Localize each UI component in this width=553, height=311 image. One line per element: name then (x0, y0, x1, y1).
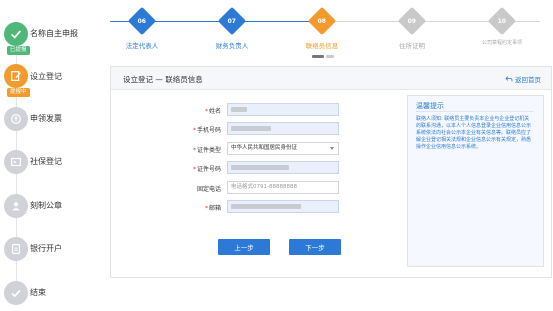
sidebar-step-label: 申领发票 (30, 114, 62, 123)
sidebar-step-label: 社保登记 (30, 157, 62, 166)
stepper-line (240, 21, 312, 22)
sidebar-step-bank[interactable]: 银行开户 (4, 237, 98, 267)
return-icon (505, 76, 513, 82)
current-step-indicator (312, 55, 324, 58)
id-type-label: *证件类型 (192, 147, 221, 154)
panel-header: 设立登记 — 联络员信息 返回首页 (111, 67, 551, 90)
sidebar-step-label: 银行开户 (30, 244, 62, 253)
social-insurance-icon (4, 150, 28, 174)
landline-field[interactable]: 电话格式0791-88888888 (227, 181, 339, 194)
invoice-icon (4, 107, 28, 131)
step-label-address[interactable]: 住所证明 (382, 40, 442, 50)
sidebar-step-name-declaration[interactable]: 名称自主申报 已提报 (4, 22, 98, 55)
step-label-articles[interactable]: 公司章程约定事项 (482, 40, 522, 47)
current-step-indicator (326, 55, 334, 58)
form-row-landline: 固定电话 电话格式0791-88888888 (111, 181, 411, 195)
sidebar-step-social-insurance[interactable]: 社保登记 (4, 150, 98, 180)
form-row-phone: *手机号码 (111, 122, 411, 136)
check-icon (4, 22, 28, 46)
id-type-select[interactable]: 中华人民共和国居民身份证 (227, 142, 339, 155)
finish-check-icon (4, 281, 28, 305)
sidebar-step-label: 结束 (30, 288, 46, 297)
sidebar-step-establishment[interactable]: 设立登记 提报中 (4, 64, 98, 97)
email-label: *邮箱 (204, 205, 221, 212)
bank-icon (4, 237, 28, 261)
step-08-marker[interactable]: 08 (307, 6, 337, 36)
status-badge: 提报中 (7, 88, 30, 97)
stepper-line (420, 21, 492, 22)
prev-step-button[interactable]: 上一步 (218, 239, 270, 255)
sidebar-step-label: 刻制公章 (30, 201, 62, 210)
id-number-field[interactable] (227, 161, 339, 174)
form-row-email: *邮箱 (111, 200, 411, 214)
landline-label: 固定电话 (196, 186, 221, 193)
step-10-marker[interactable]: 10 (487, 6, 517, 36)
user-icon (4, 194, 28, 218)
tips-title: 温馨提示 (416, 102, 444, 110)
form-row-name: *姓名 (111, 103, 411, 117)
email-field[interactable] (227, 200, 339, 213)
tips-divider (416, 111, 534, 112)
sidebar-step-finish[interactable]: 结束 (4, 281, 98, 311)
name-field[interactable] (227, 103, 339, 116)
phone-label: *手机号码 (192, 127, 221, 134)
tips-body: 联络人须知: 联络员主要负责本企业与企业登记机关的联系沟通，以本人个人信息登录企… (416, 116, 532, 150)
form-row-id-type: *证件类型 中华人民共和国居民身份证 (111, 142, 411, 156)
page-title: 设立登记 — 联络员信息 (123, 75, 203, 84)
edit-icon (4, 64, 28, 88)
sidebar-step-label: 设立登记 (30, 72, 62, 81)
phone-field[interactable] (227, 122, 339, 135)
step-progress-bar: 06 法定代表人 07 财务负责人 08 联络员信息 09 住所证明 10 公司… (98, 0, 553, 64)
back-home-link[interactable]: 返回首页 (505, 74, 541, 84)
sidebar-step-invoice[interactable]: 申领发票 (4, 107, 98, 137)
id-number-label: *证件号码 (192, 166, 221, 173)
name-label: *姓名 (204, 108, 221, 115)
chevron-down-icon (330, 147, 334, 150)
next-step-button[interactable]: 下一步 (289, 239, 341, 255)
progress-sidebar: 名称自主申报 已提报 设立登记 提报中 申领发票 社保登记 刻制公章 银行开户 (0, 0, 98, 309)
step-label-contact[interactable]: 联络员信息 (292, 40, 352, 50)
form-row-id-number: *证件号码 (111, 161, 411, 175)
step-09-marker[interactable]: 09 (397, 6, 427, 36)
sidebar-step-label: 名称自主申报 (30, 29, 78, 38)
stepper-line (330, 21, 402, 22)
step-06-marker[interactable]: 06 (127, 6, 157, 36)
stepper-line (150, 21, 222, 22)
step-label-legal-rep[interactable]: 法定代表人 (112, 40, 172, 50)
step-07-marker[interactable]: 07 (217, 6, 247, 36)
contact-info-panel: 设立登记 — 联络员信息 返回首页 *姓名 *手机号码 *证件类型 中华人民共和… (110, 66, 552, 278)
status-badge: 已提报 (7, 46, 30, 55)
step-label-finance[interactable]: 财务负责人 (202, 40, 262, 50)
tips-box: 温馨提示 联络人须知: 联络员主要负责本企业与企业登记机关的联系沟通，以本人个人… (407, 95, 544, 267)
sidebar-step-seal[interactable]: 刻制公章 (4, 194, 98, 224)
